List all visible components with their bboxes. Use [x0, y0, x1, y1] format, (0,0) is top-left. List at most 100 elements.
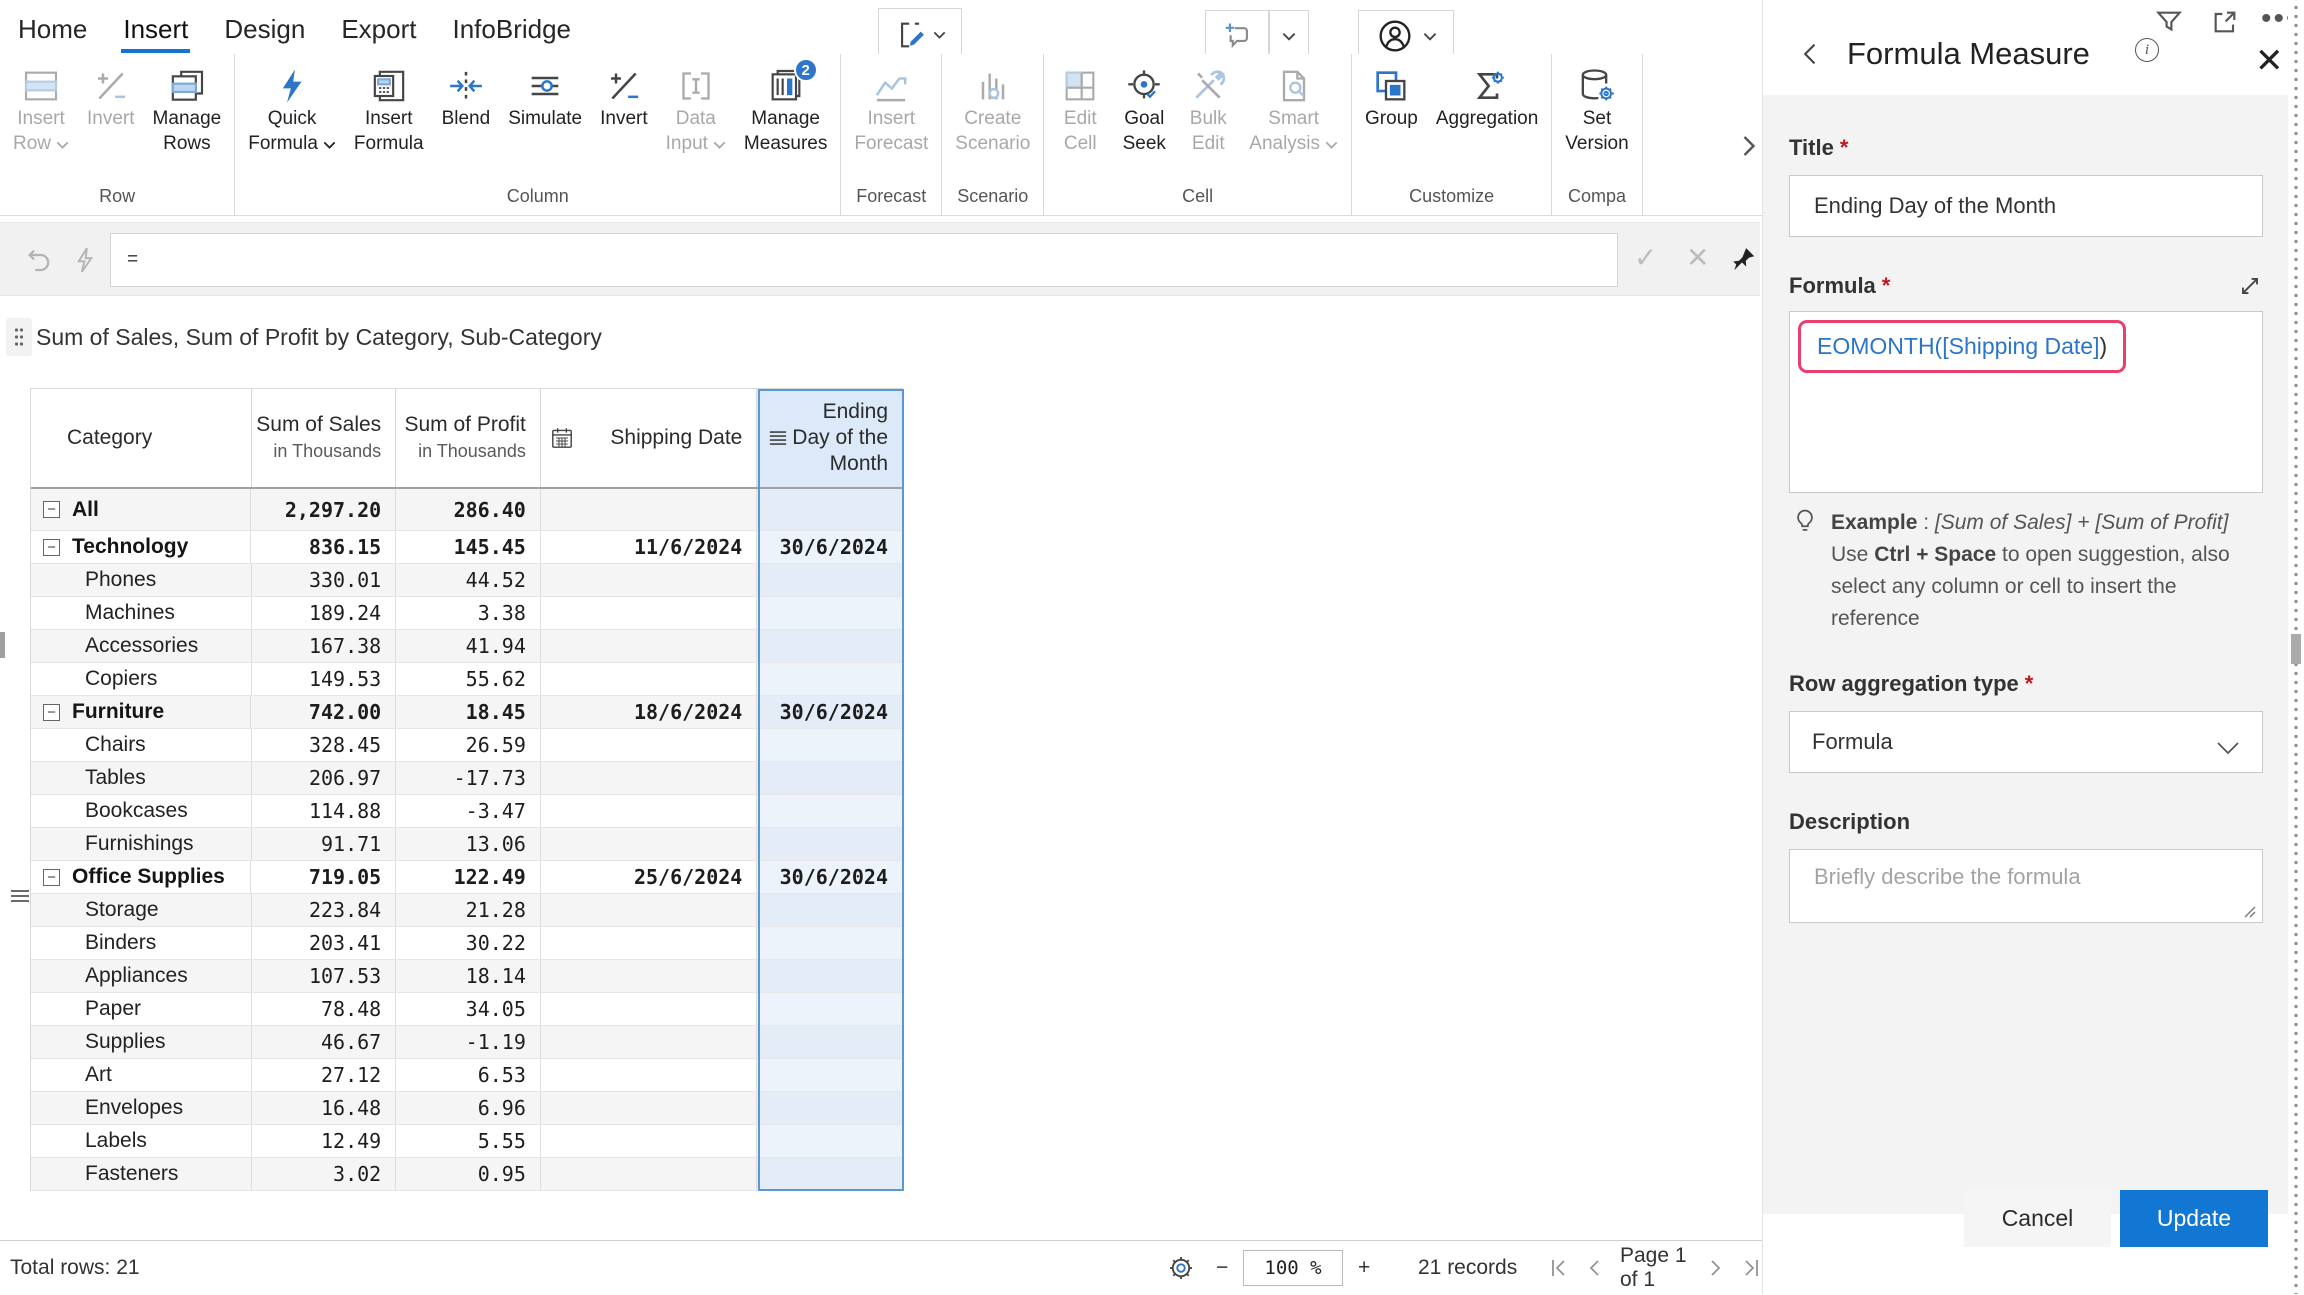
- ending-day-cell[interactable]: [756, 927, 902, 959]
- ending-day-cell[interactable]: [756, 828, 902, 860]
- ending-day-cell[interactable]: [756, 795, 902, 827]
- confirm-icon[interactable]: ✓: [1634, 241, 1657, 274]
- row-aggregation-select[interactable]: Formula: [1789, 711, 2263, 773]
- ending-day-cell[interactable]: 30/6/2024: [756, 531, 902, 563]
- ending-day-cell[interactable]: [756, 729, 902, 761]
- sales-cell[interactable]: 836.15: [250, 531, 395, 563]
- invert-button[interactable]: Invert: [78, 64, 144, 133]
- invert-button[interactable]: Invert: [591, 64, 657, 133]
- column-header-sum-of-sales[interactable]: Sum of Salesin Thousands: [251, 389, 396, 487]
- collapse-toggle-icon[interactable]: −: [43, 539, 60, 556]
- ribbon-expand-button[interactable]: [1736, 120, 1762, 172]
- shipping-date-cell[interactable]: [540, 630, 756, 662]
- category-cell[interactable]: −Furniture: [31, 696, 250, 728]
- sales-cell[interactable]: 16.48: [251, 1092, 396, 1124]
- profit-cell[interactable]: 44.52: [395, 564, 540, 596]
- column-header-category[interactable]: Category: [31, 389, 251, 487]
- undo-icon[interactable]: [24, 245, 54, 275]
- sales-cell[interactable]: 12.49: [251, 1125, 396, 1157]
- profit-cell[interactable]: 6.96: [395, 1092, 540, 1124]
- ending-day-cell[interactable]: [756, 564, 902, 596]
- filter-icon[interactable]: [2153, 6, 2185, 38]
- profit-cell[interactable]: 3.38: [395, 597, 540, 629]
- sales-cell[interactable]: 223.84: [251, 894, 396, 926]
- info-icon[interactable]: i: [2135, 38, 2159, 62]
- table-row-furnishings[interactable]: Furnishings91.7113.06: [31, 828, 902, 861]
- menu-tab-design[interactable]: Design: [222, 4, 307, 51]
- ending-day-cell[interactable]: [756, 663, 902, 695]
- category-cell[interactable]: Bookcases: [31, 795, 251, 827]
- ending-day-cell[interactable]: 30/6/2024: [756, 861, 902, 893]
- sales-cell[interactable]: 46.67: [251, 1026, 396, 1058]
- ending-day-cell[interactable]: [756, 1026, 902, 1058]
- profit-cell[interactable]: 18.14: [395, 960, 540, 992]
- category-cell[interactable]: Labels: [31, 1125, 251, 1157]
- table-row-fasteners[interactable]: Fasteners3.020.95: [31, 1158, 902, 1191]
- table-row-labels[interactable]: Labels12.495.55: [31, 1125, 902, 1158]
- shipping-date-cell[interactable]: [540, 828, 756, 860]
- profit-cell[interactable]: 0.95: [395, 1158, 540, 1190]
- profit-cell[interactable]: 41.94: [395, 630, 540, 662]
- ending-day-cell[interactable]: [756, 762, 902, 794]
- table-row-technology[interactable]: −Technology836.15145.4511/6/202430/6/202…: [31, 531, 902, 564]
- sales-cell[interactable]: 328.45: [251, 729, 396, 761]
- quick-formula-button[interactable]: QuickFormula: [239, 64, 345, 158]
- ending-day-cell[interactable]: [756, 630, 902, 662]
- zoom-in-button[interactable]: +: [1358, 1241, 1370, 1295]
- bulk-edit-button[interactable]: BulkEdit: [1176, 64, 1240, 158]
- formula-input[interactable]: [110, 233, 1618, 287]
- profit-cell[interactable]: 55.62: [395, 663, 540, 695]
- category-cell[interactable]: Fasteners: [31, 1158, 251, 1190]
- table-row-supplies[interactable]: Supplies46.67-1.19: [31, 1026, 902, 1059]
- open-in-window-icon[interactable]: [2209, 6, 2241, 38]
- category-cell[interactable]: Appliances: [31, 960, 251, 992]
- category-cell[interactable]: Machines: [31, 597, 251, 629]
- ending-day-cell[interactable]: 30/6/2024: [756, 696, 902, 728]
- expand-formula-icon[interactable]: [2237, 273, 2263, 299]
- table-row-furniture[interactable]: −Furniture742.0018.4518/6/202430/6/2024: [31, 696, 902, 729]
- table-row-all[interactable]: −All2,297.20286.40: [31, 489, 902, 531]
- category-cell[interactable]: Phones: [31, 564, 251, 596]
- shipping-date-cell[interactable]: [540, 1026, 756, 1058]
- sales-cell[interactable]: 203.41: [251, 927, 396, 959]
- shipping-date-cell[interactable]: [540, 1125, 756, 1157]
- category-cell[interactable]: Accessories: [31, 630, 251, 662]
- table-row-chairs[interactable]: Chairs328.4526.59: [31, 729, 902, 762]
- category-cell[interactable]: Binders: [31, 927, 251, 959]
- table-settings-button[interactable]: [1166, 1241, 1196, 1295]
- table-row-binders[interactable]: Binders203.4130.22: [31, 927, 902, 960]
- view-drag-handle[interactable]: [6, 318, 32, 356]
- sales-cell[interactable]: 3.02: [251, 1158, 396, 1190]
- profit-cell[interactable]: -1.19: [395, 1026, 540, 1058]
- table-row-copiers[interactable]: Copiers149.5355.62: [31, 663, 902, 696]
- profit-cell[interactable]: 13.06: [395, 828, 540, 860]
- sales-cell[interactable]: 27.12: [251, 1059, 396, 1091]
- sales-cell[interactable]: 206.97: [251, 762, 396, 794]
- category-cell[interactable]: Storage: [31, 894, 251, 926]
- table-row-accessories[interactable]: Accessories167.3841.94: [31, 630, 902, 663]
- next-page-icon[interactable]: [1704, 1257, 1726, 1279]
- data-input-button[interactable]: DataInput: [657, 64, 735, 158]
- shipping-date-cell[interactable]: 18/6/2024: [540, 696, 757, 728]
- table-row-office-supplies[interactable]: −Office Supplies719.05122.4925/6/202430/…: [31, 861, 902, 894]
- resize-handle-icon[interactable]: [2242, 904, 2256, 918]
- column-header-shipping-date[interactable]: Shipping Date: [540, 389, 757, 487]
- shipping-date-cell[interactable]: [540, 762, 756, 794]
- left-scrollbar-thumb[interactable]: [0, 632, 5, 658]
- category-cell[interactable]: Supplies: [31, 1026, 251, 1058]
- column-header-ending-day-of-the-month[interactable]: Ending Day of the Month: [756, 389, 902, 487]
- ending-day-cell[interactable]: [756, 894, 902, 926]
- table-row-tables[interactable]: Tables206.97-17.73: [31, 762, 902, 795]
- table-row-paper[interactable]: Paper78.4834.05: [31, 993, 902, 1026]
- profit-cell[interactable]: -17.73: [395, 762, 540, 794]
- zoom-level-field[interactable]: 100 %: [1243, 1250, 1343, 1286]
- sales-cell[interactable]: 330.01: [251, 564, 396, 596]
- sales-cell[interactable]: 167.38: [251, 630, 396, 662]
- cancel-button[interactable]: Cancel: [1964, 1190, 2111, 1247]
- shipping-date-cell[interactable]: [540, 1059, 756, 1091]
- ending-day-cell[interactable]: [756, 1092, 902, 1124]
- shipping-date-cell[interactable]: [540, 960, 756, 992]
- update-button[interactable]: Update: [2120, 1190, 2268, 1247]
- ending-day-cell[interactable]: [756, 1059, 902, 1091]
- shipping-date-cell[interactable]: [540, 1158, 756, 1190]
